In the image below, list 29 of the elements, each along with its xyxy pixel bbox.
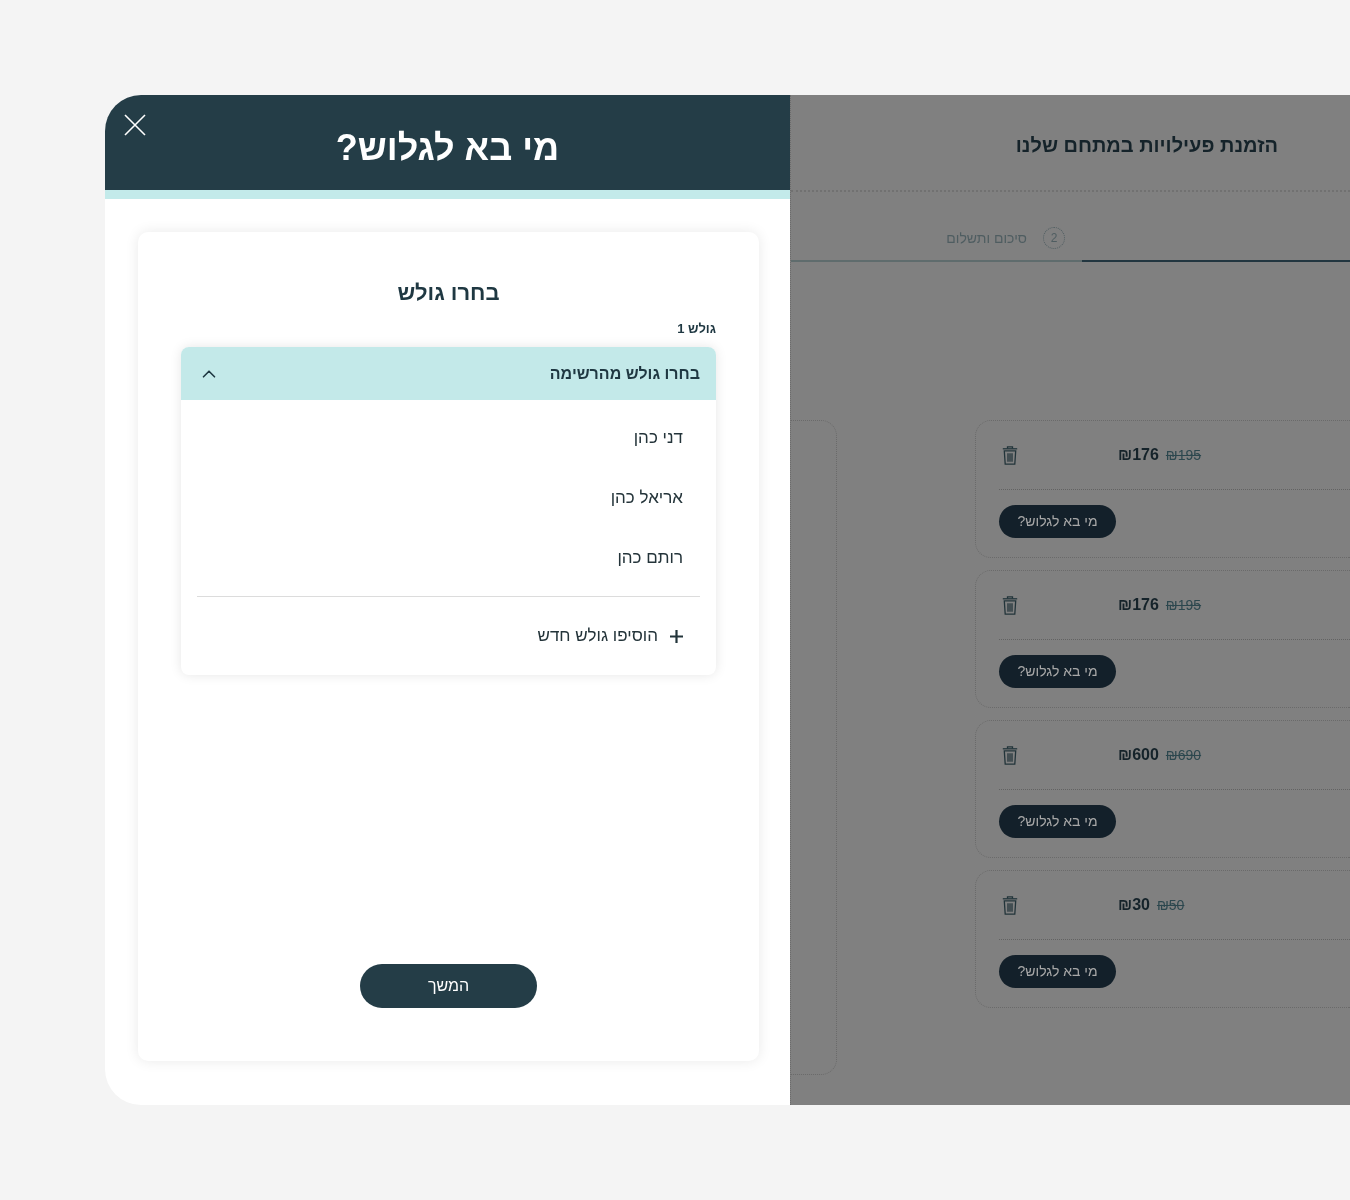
who-is-surfing-button[interactable]: מי בא לגלוש?: [999, 655, 1116, 688]
item-old-price: ₪690: [1165, 746, 1202, 765]
continue-button[interactable]: המשך: [360, 964, 537, 1008]
item-old-price: ₪195: [1165, 446, 1202, 465]
trash-icon[interactable]: [1002, 745, 1018, 765]
item-price: ₪30: [1118, 895, 1150, 915]
who-is-surfing-button[interactable]: מי בא לגלוש?: [999, 805, 1116, 838]
dropdown-option[interactable]: רותם כהן: [181, 528, 716, 588]
plus-icon: [670, 629, 683, 643]
item-old-price: ₪195: [1165, 596, 1202, 615]
trash-icon[interactable]: [1002, 895, 1018, 915]
modal-title: מי בא לגלוש?: [335, 125, 560, 170]
surfer-label: גולש 1: [677, 321, 716, 337]
close-icon: [124, 114, 146, 136]
item-price: ₪176: [1118, 445, 1159, 465]
item-price: ₪176: [1118, 595, 1159, 615]
close-button[interactable]: [124, 114, 146, 136]
add-surfer-button[interactable]: הוסיפו גולש חדש: [181, 597, 716, 675]
who-is-surfing-button[interactable]: מי בא לגלוש?: [999, 955, 1116, 988]
dropdown-option[interactable]: דני כהן: [181, 408, 716, 468]
item-price: ₪600: [1118, 745, 1159, 765]
item-old-price: ₪50: [1156, 896, 1185, 915]
trash-icon[interactable]: [1002, 445, 1018, 465]
card-heading: בחרו גולש: [397, 279, 500, 307]
trash-icon[interactable]: [1002, 595, 1018, 615]
dropdown-option[interactable]: אריאל כהן: [181, 468, 716, 528]
page-title: הזמנת פעילויות במתחם שלנו: [1015, 132, 1278, 158]
dropdown-trigger[interactable]: בחרו גולש מהרשימה: [181, 347, 716, 400]
who-is-surfing-button[interactable]: מי בא לגלוש?: [999, 505, 1116, 538]
